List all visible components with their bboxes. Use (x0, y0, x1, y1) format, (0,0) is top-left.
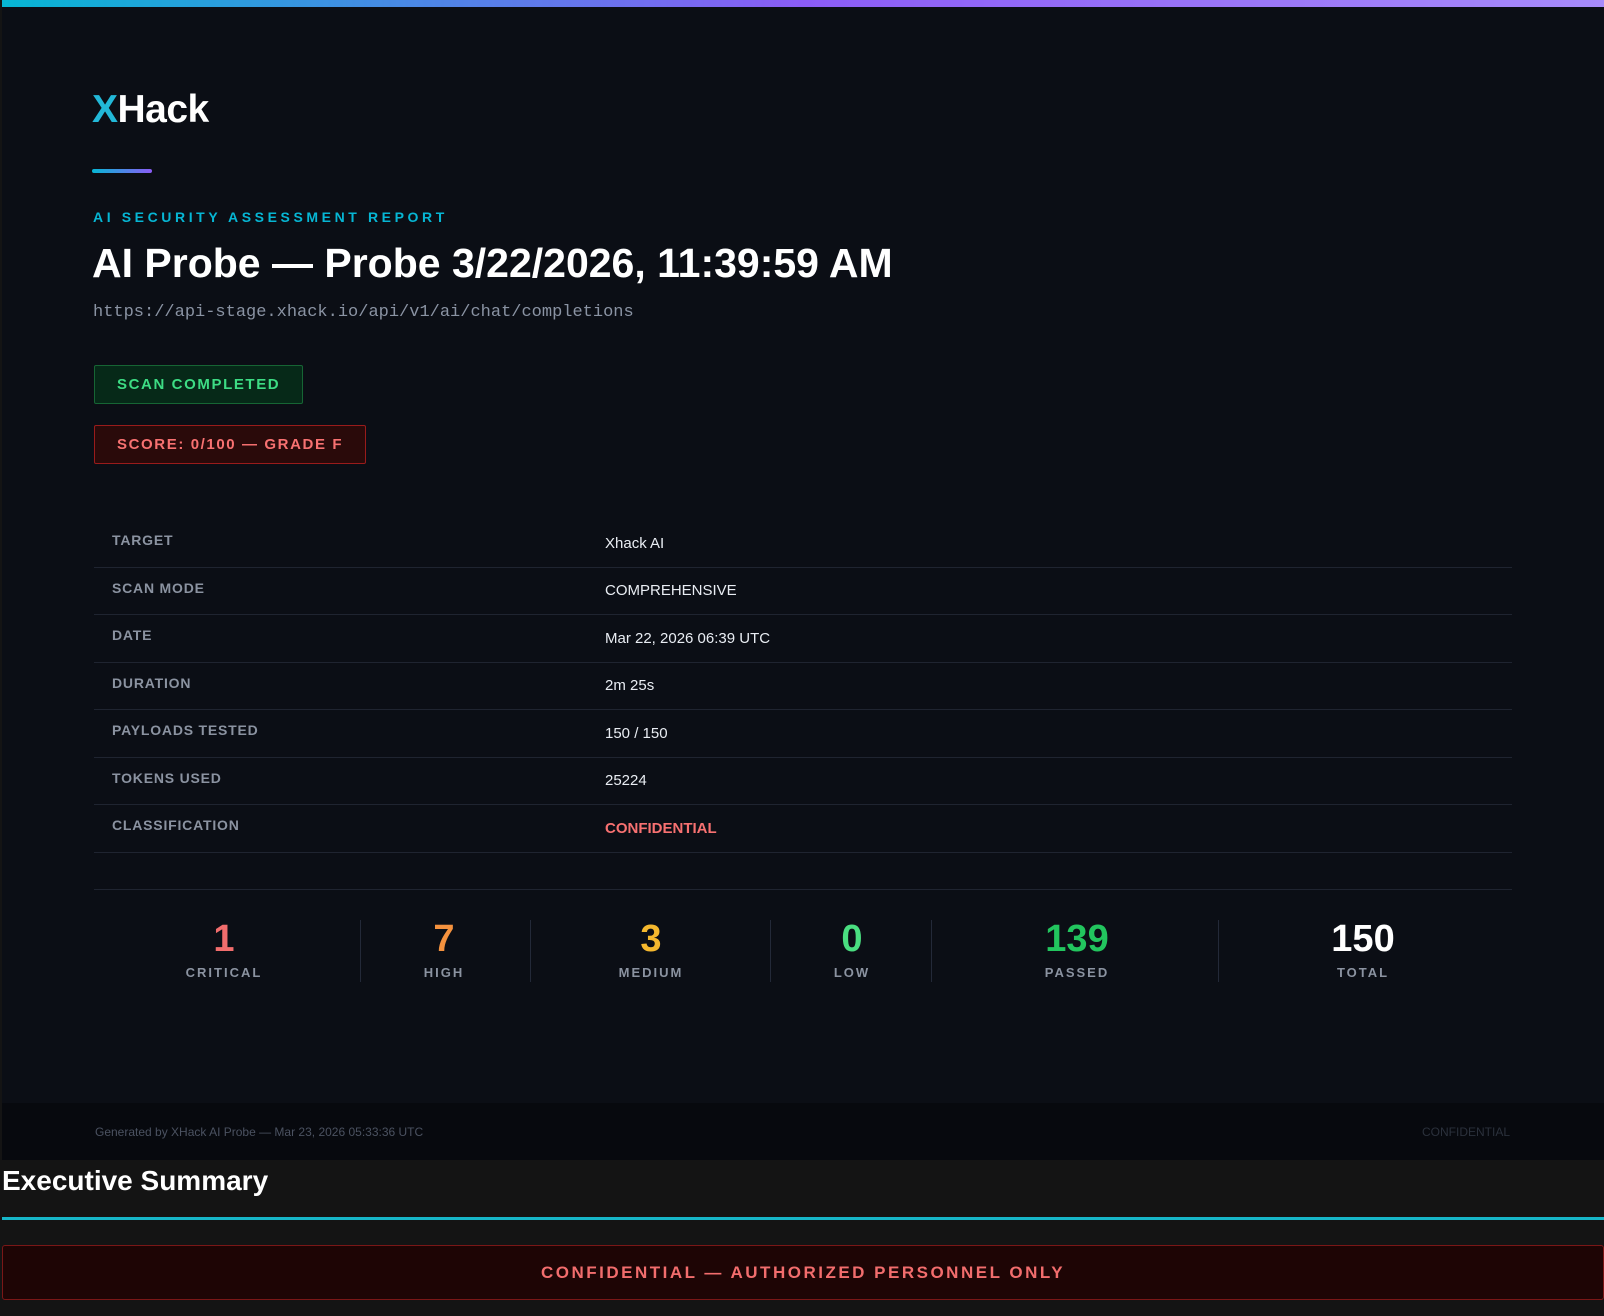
meta-row-target: TARGET Xhack AI (94, 520, 1512, 568)
target-url: https://api-stage.xhack.io/api/v1/ai/cha… (93, 303, 634, 322)
meta-value: 150 / 150 (605, 724, 668, 742)
section-rule (2, 1217, 1604, 1220)
gradient-top-bar (2, 0, 1604, 7)
meta-key: TOKENS USED (112, 769, 222, 786)
stat-value: 3 (640, 918, 662, 960)
meta-value: Mar 22, 2026 06:39 UTC (605, 629, 771, 647)
stat-separator (360, 920, 361, 982)
score-badge: SCORE: 0/100 — GRADE F (94, 425, 367, 464)
meta-row-scan-mode: SCAN MODE COMPREHENSIVE (94, 568, 1512, 615)
meta-value: COMPREHENSIVE (605, 582, 737, 600)
meta-key: TARGET (112, 532, 174, 549)
stat-value: 7 (433, 918, 455, 960)
xhack-logo: XHack (92, 88, 209, 132)
report-eyebrow: AI SECURITY ASSESSMENT REPORT (93, 209, 448, 225)
meta-row-classification: CLASSIFICATION CONFIDENTIAL (94, 805, 1512, 853)
logo-x: X (92, 88, 118, 131)
stat-separator (530, 920, 531, 982)
stat-critical: 1 CRITICAL (144, 920, 304, 982)
meta-key: CLASSIFICATION (112, 817, 240, 834)
meta-key: SCAN MODE (112, 579, 205, 596)
stat-value: 0 (841, 918, 863, 960)
meta-key: PAYLOADS TESTED (112, 722, 259, 739)
meta-key: DURATION (112, 674, 192, 691)
stat-separator (931, 920, 932, 982)
classification-value: CONFIDENTIAL (605, 819, 717, 837)
scan-metadata-table: TARGET Xhack AI SCAN MODE COMPREHENSIVE … (94, 520, 1512, 853)
stat-value: 150 (1331, 918, 1395, 960)
stat-value: 1 (213, 918, 235, 960)
stat-label: TOTAL (1336, 965, 1390, 980)
meta-row-duration: DURATION 2m 25s (94, 663, 1512, 710)
logo-text: Hack (117, 88, 210, 131)
severity-stats: 1 CRITICAL 7 HIGH 3 MEDIUM 0 LOW 139 PAS… (94, 920, 1512, 982)
meta-value: 25224 (605, 772, 647, 790)
stat-label: CRITICAL (185, 965, 263, 980)
stat-passed: 139 PASSED (997, 920, 1157, 982)
scan-status-badge: SCAN COMPLETED (94, 365, 304, 404)
stat-low: 0 LOW (772, 920, 932, 982)
meta-key: DATE (112, 627, 153, 644)
stat-label: HIGH (423, 965, 465, 980)
stat-total: 150 TOTAL (1283, 920, 1443, 982)
report-title: AI Probe — Probe 3/22/2026, 11:39:59 AM (92, 240, 893, 286)
report-cover: XHack AI SECURITY ASSESSMENT REPORT AI P… (2, 0, 1604, 1103)
stat-label: LOW (833, 965, 871, 980)
meta-row-date: DATE Mar 22, 2026 06:39 UTC (94, 615, 1512, 663)
meta-row-payloads-tested: PAYLOADS TESTED 150 / 150 (94, 710, 1512, 758)
meta-row-tokens-used: TOKENS USED 25224 (94, 758, 1512, 805)
stats-divider-rule (94, 889, 1512, 890)
cover-footer: Generated by XHack AI Probe — Mar 23, 20… (2, 1103, 1604, 1160)
stat-separator (1218, 920, 1219, 982)
generated-by-text: Generated by XHack AI Probe — Mar 23, 20… (95, 1125, 424, 1139)
stat-label: MEDIUM (618, 965, 684, 980)
meta-value: 2m 25s (605, 677, 655, 695)
stat-high: 7 HIGH (364, 920, 524, 982)
meta-value: Xhack AI (605, 534, 665, 552)
stat-label: PASSED (1044, 965, 1110, 980)
confidential-banner: CONFIDENTIAL — AUTHORIZED PERSONNEL ONLY (2, 1245, 1604, 1300)
logo-underline (92, 169, 152, 173)
stat-medium: 3 MEDIUM (571, 920, 731, 982)
stat-value: 139 (1045, 918, 1109, 960)
executive-summary-heading: Executive Summary (2, 1165, 269, 1196)
footer-classification: CONFIDENTIAL (1421, 1125, 1510, 1139)
stat-separator (770, 920, 771, 982)
